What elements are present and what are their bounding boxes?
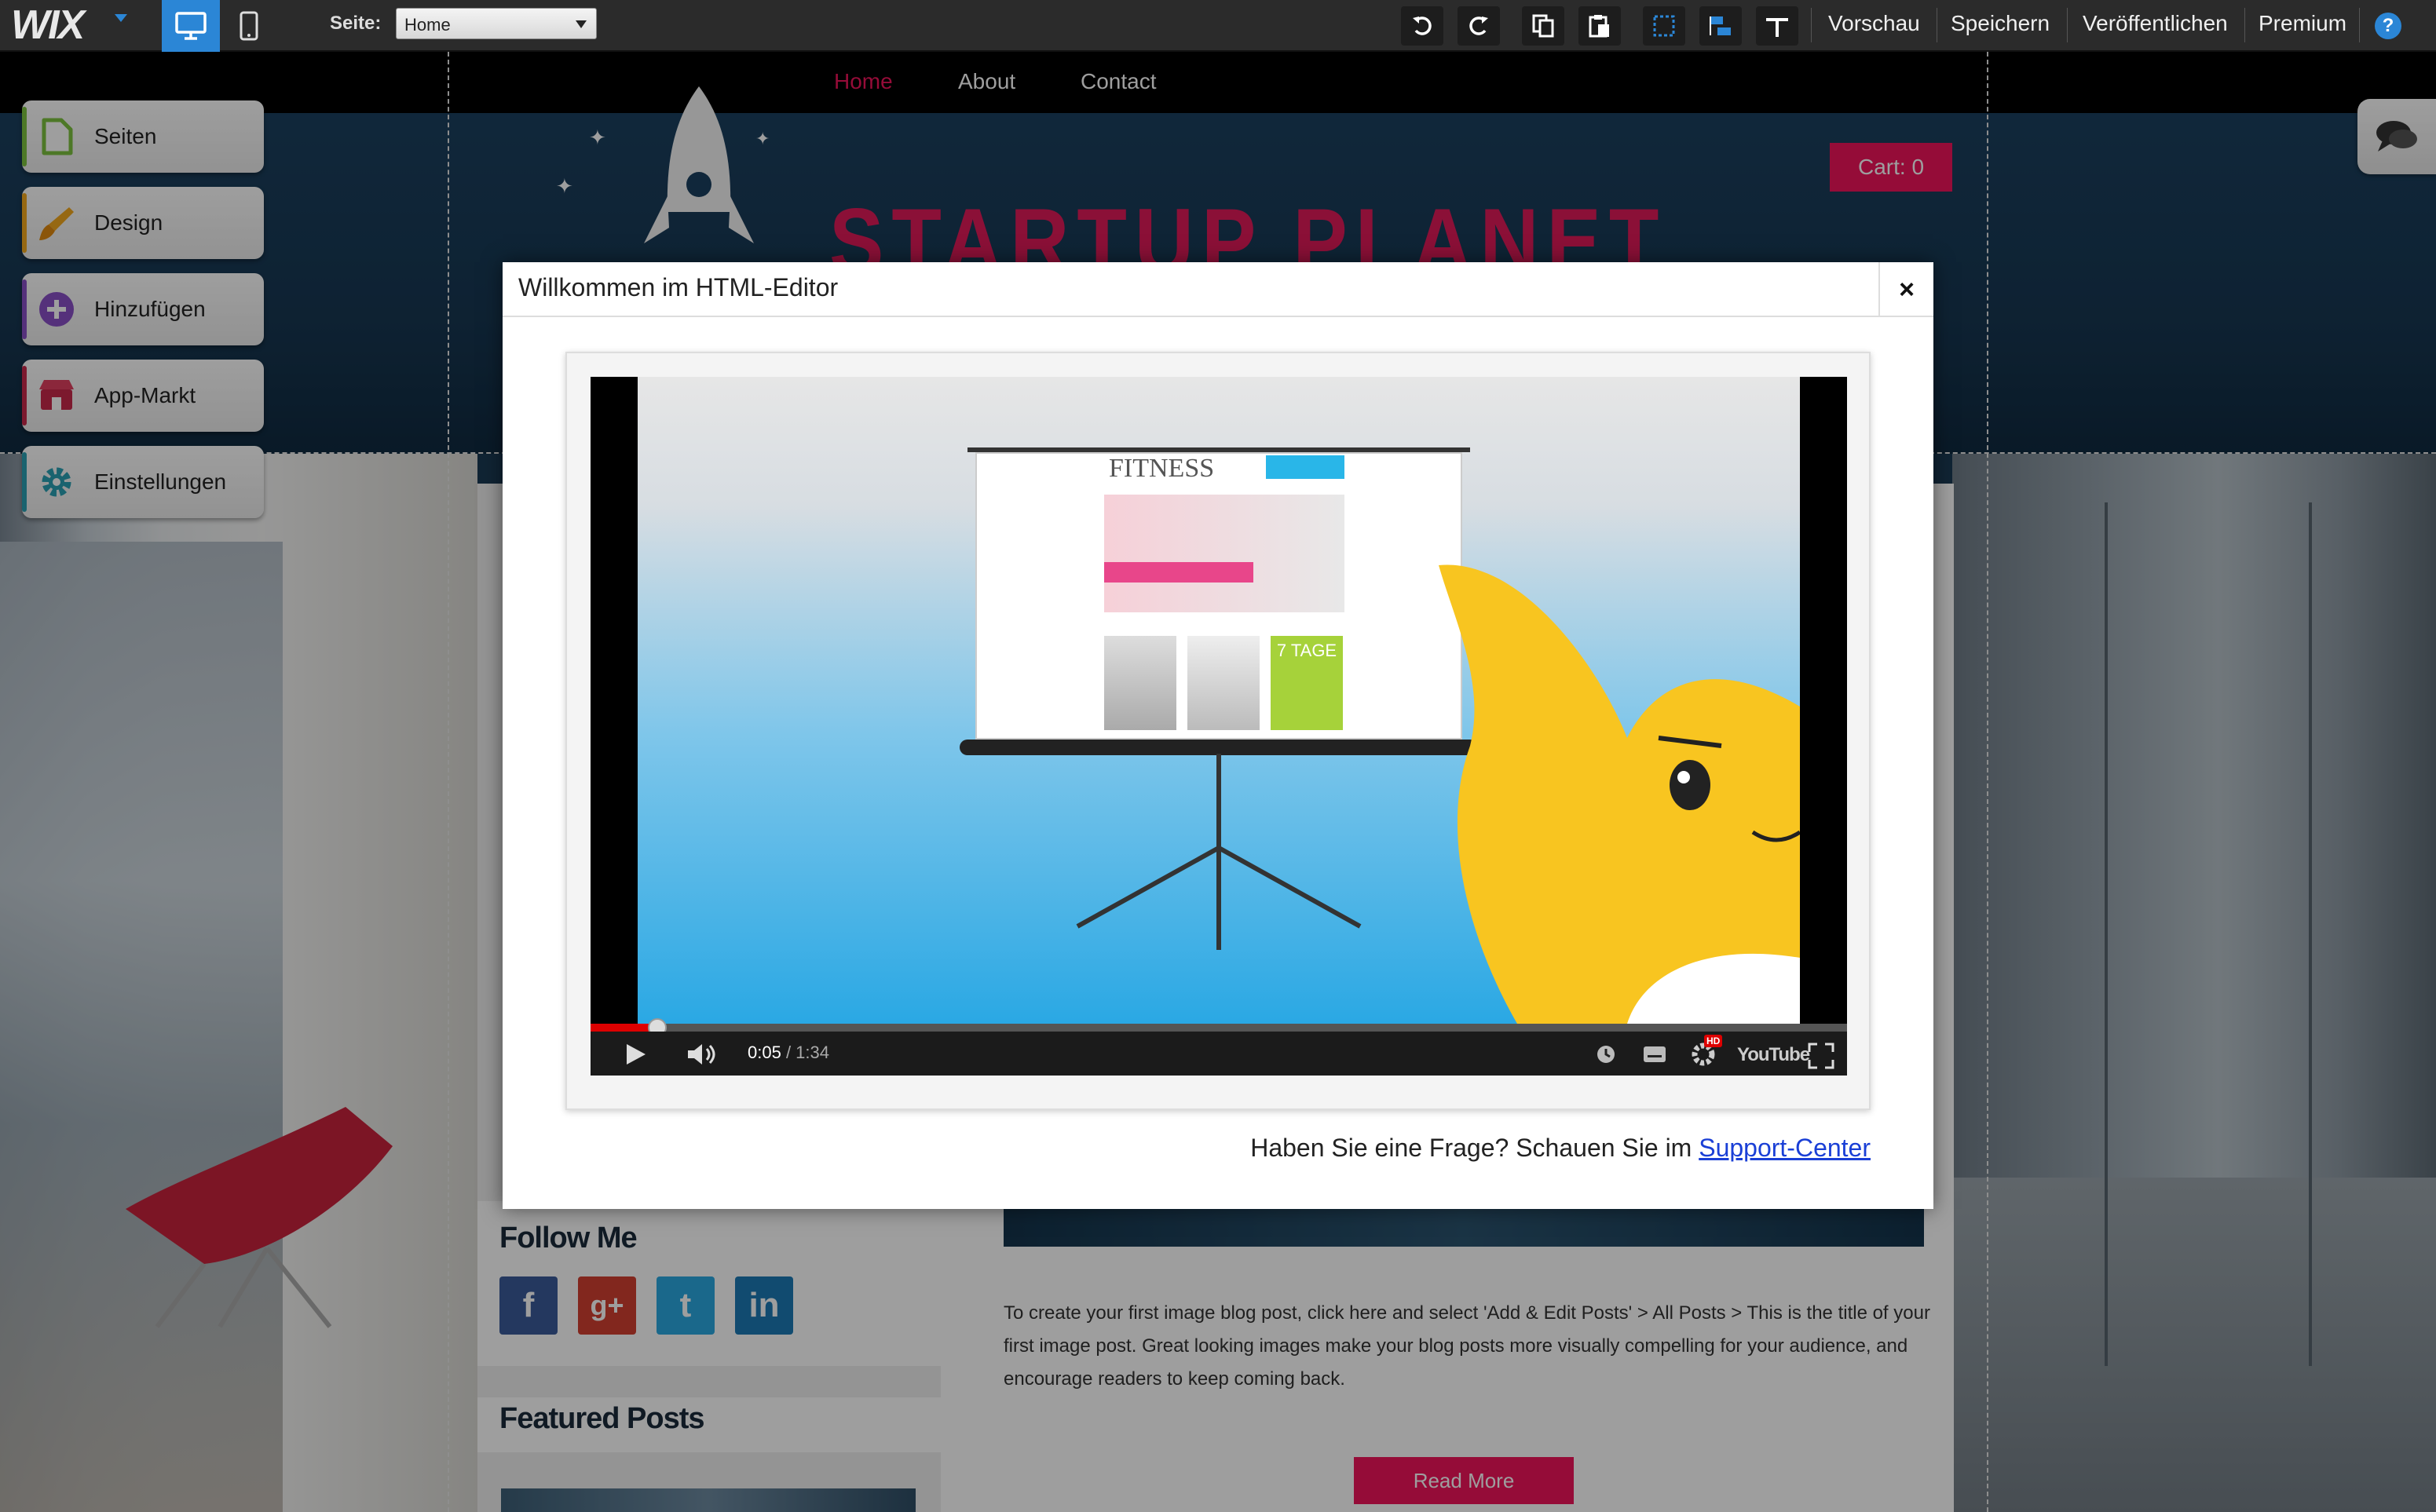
support-center-link[interactable]: Support-Center	[1699, 1134, 1871, 1162]
screen-banner	[1266, 455, 1344, 479]
paste-icon	[1589, 15, 1609, 38]
ruler-button[interactable]	[1756, 6, 1798, 46]
screen-offer-tile: 7 TAGE	[1271, 636, 1343, 730]
toolbar-divider	[1811, 8, 1812, 42]
snap-to-object-button[interactable]	[1699, 6, 1742, 46]
toolbar-divider	[2244, 8, 2245, 42]
desktop-view-button[interactable]	[162, 0, 220, 52]
youtube-logo[interactable]: YouTube	[1737, 1044, 1810, 1066]
toolbar-divider	[2067, 8, 2068, 42]
undo-button[interactable]	[1401, 6, 1443, 46]
screen-hero-image	[1104, 495, 1344, 612]
fullscreen-icon[interactable]	[1808, 1043, 1834, 1069]
wix-logo[interactable]: WIX	[11, 2, 85, 49]
premium-button[interactable]: Premium	[2259, 11, 2346, 36]
welcome-dialog: Willkommen im HTML-Editor × FITNESS 7 TA…	[503, 262, 1933, 1209]
screen-thumb	[1187, 636, 1260, 730]
star-mascot-image	[1439, 564, 1800, 1024]
chevron-down-icon[interactable]	[115, 14, 127, 22]
gridlines-icon	[1653, 15, 1675, 37]
ruler-icon	[1766, 18, 1788, 37]
video-frame: FITNESS 7 TAGE 0:05 / 1:34 HD YouTube	[565, 352, 1871, 1110]
paste-button[interactable]	[1578, 6, 1621, 46]
dropdown-arrow-icon	[576, 20, 587, 28]
close-icon[interactable]: ×	[1878, 262, 1933, 317]
youtube-video-player[interactable]: FITNESS 7 TAGE 0:05 / 1:34 HD YouTube	[591, 377, 1847, 1076]
video-frame-image: FITNESS 7 TAGE	[638, 377, 1800, 1024]
video-duration: / 1:34	[785, 1043, 829, 1062]
monitor-icon	[175, 12, 207, 40]
phone-icon	[240, 11, 258, 41]
hd-badge: HD	[1704, 1035, 1723, 1047]
preview-button[interactable]: Vorschau	[1828, 11, 1920, 36]
page-select-label: Seite:	[330, 13, 382, 34]
support-prefix: Haben Sie eine Frage? Schauen Sie im	[1250, 1134, 1699, 1162]
copy-icon	[1532, 14, 1554, 38]
video-time: 0:05 / 1:34	[748, 1043, 829, 1063]
screen-roller	[960, 740, 1478, 755]
captions-icon[interactable]	[1643, 1046, 1666, 1063]
volume-icon[interactable]	[686, 1041, 721, 1068]
screen-heading: FITNESS	[1109, 454, 1215, 483]
screen-pink-bar	[1104, 562, 1253, 583]
dialog-title: Willkommen im HTML-Editor	[518, 273, 839, 301]
copy-button[interactable]	[1522, 6, 1564, 46]
redo-button[interactable]	[1458, 6, 1500, 46]
help-icon[interactable]: ?	[2375, 13, 2401, 39]
redo-icon	[1469, 16, 1488, 35]
watch-later-icon[interactable]	[1596, 1044, 1616, 1065]
play-icon[interactable]	[622, 1041, 649, 1068]
video-current-time: 0:05	[748, 1043, 781, 1062]
page-select-dropdown[interactable]: Home	[396, 8, 597, 39]
publish-button[interactable]: Veröffentlichen	[2083, 11, 2228, 36]
page-select-value: Home	[404, 15, 451, 35]
gridlines-button[interactable]	[1643, 6, 1685, 46]
screen-thumb	[1104, 636, 1176, 730]
video-progress-track[interactable]	[591, 1024, 1847, 1032]
undo-icon	[1413, 16, 1432, 35]
toolbar-divider	[2359, 8, 2360, 42]
snap-icon	[1710, 16, 1731, 35]
tripod-image	[1076, 754, 1362, 950]
save-button[interactable]: Speichern	[1951, 11, 2050, 36]
support-line: Haben Sie eine Frage? Schauen Sie im Sup…	[503, 1134, 1871, 1163]
mobile-view-button[interactable]	[220, 0, 278, 52]
